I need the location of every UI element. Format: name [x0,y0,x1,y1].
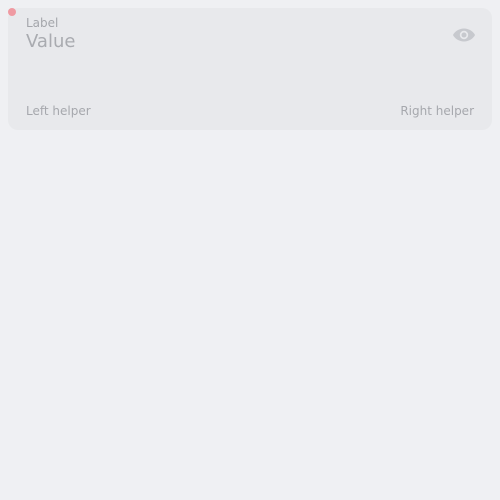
field-value[interactable]: Value [26,30,75,54]
visibility-toggle-button[interactable] [452,25,476,45]
right-helper-text: Right helper [400,104,474,118]
field-label: Label [26,16,59,30]
eye-icon [453,28,475,42]
left-helper-text: Left helper [26,104,91,118]
required-indicator-dot [8,8,16,16]
text-field[interactable]: Label Value Left helper Right helper [8,8,492,130]
app-canvas: Label Value Left helper Right helper [0,0,500,500]
